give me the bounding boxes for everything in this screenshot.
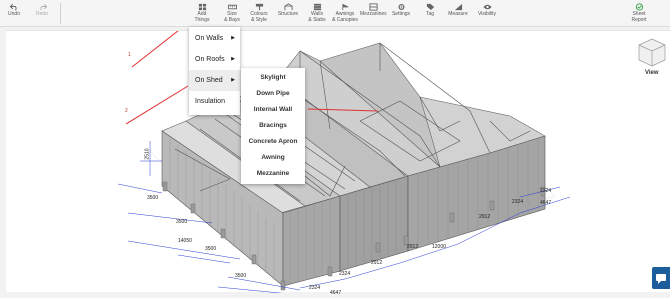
settings-button[interactable]: Settings — [391, 3, 411, 25]
toolbar-separator — [60, 3, 61, 24]
ruler-icon — [227, 4, 237, 10]
chat-icon — [656, 274, 666, 284]
dim-label: 12000 — [432, 244, 446, 250]
wall-icon — [313, 3, 321, 11]
menu-item-label: On Walls — [195, 35, 224, 42]
dim-label: 3500 — [235, 273, 247, 279]
submenu-item-bracings[interactable]: Bracings — [241, 118, 305, 134]
menu-item-on-shed[interactable]: On Shed ▶ — [189, 70, 240, 91]
redo-icon — [39, 3, 47, 11]
3d-viewport[interactable]: 3500 3500 14050 3500 3500 2510 2324 4647… — [6, 22, 670, 296]
redo-button[interactable]: Redo — [35, 3, 49, 25]
visibility-label: Visibility — [478, 11, 496, 17]
submenu-item-down-pipe[interactable]: Down Pipe — [241, 86, 305, 102]
undo-icon — [9, 3, 17, 11]
dim-label: 2324 — [540, 188, 552, 194]
dim-label: 2912 — [479, 214, 491, 220]
redo-label: Redo — [36, 11, 48, 17]
dim-label: 2324 — [339, 271, 351, 277]
top-toolbar: Undo Redo Add Things Size & Bays Colours… — [0, 0, 670, 27]
chevron-right-icon: ▶ — [231, 77, 235, 83]
annotation-number: 2 — [125, 108, 128, 114]
sheet-report-button[interactable]: Sheet Report — [628, 3, 650, 25]
colours-style-label-2: & Style — [251, 16, 267, 23]
dim-label: 4647 — [330, 290, 342, 296]
measure-button[interactable]: Measure — [448, 3, 468, 25]
on-shed-submenu: Skylight Down Pipe Internal Wall Bracing… — [241, 68, 305, 184]
undo-button[interactable]: Undo — [7, 3, 21, 25]
structure-label: Structure — [277, 11, 299, 17]
view-label: View — [645, 70, 659, 76]
measure-icon — [454, 3, 462, 11]
walls-slabs-label-2: & Slabs — [308, 16, 326, 23]
awnings-canopies-button[interactable]: Awnings & Canopies — [332, 3, 358, 25]
dim-label: 3500 — [176, 219, 188, 225]
submenu-item-awning[interactable]: Awning — [241, 150, 305, 166]
dim-label: 2510 — [144, 148, 151, 160]
menu-item-label: Insulation — [195, 98, 225, 105]
size-bays-label-2: & Bays — [224, 16, 240, 23]
annotation-number: 1 — [128, 52, 131, 58]
settings-label: Settings — [391, 11, 411, 17]
dim-label: 3500 — [205, 246, 217, 252]
dim-label: 2912 — [407, 244, 419, 250]
measure-label: Measure — [448, 11, 468, 17]
submenu-item-concrete-apron[interactable]: Concrete Apron — [241, 134, 305, 150]
submenu-item-internal-wall[interactable]: Internal Wall — [241, 102, 305, 118]
mezzanines-button[interactable]: Mezzanines — [360, 3, 387, 25]
chevron-right-icon: ▶ — [231, 35, 235, 41]
menu-item-on-roofs[interactable]: On Roofs ▶ — [189, 49, 240, 70]
dim-label: 14050 — [178, 238, 192, 244]
check-circle-icon — [635, 3, 643, 11]
submenu-item-skylight[interactable]: Skylight — [241, 70, 305, 86]
gear-icon — [398, 4, 404, 10]
size-bays-button[interactable]: Size & Bays — [222, 3, 242, 25]
colours-style-button[interactable]: Colours & Style — [249, 3, 269, 25]
chevron-right-icon: ▶ — [231, 56, 235, 62]
chat-button[interactable] — [652, 267, 670, 289]
sheet-report-label-2: Report — [631, 16, 647, 23]
dim-label: 4647 — [540, 200, 552, 206]
dim-label: 3500 — [147, 195, 159, 201]
undo-label: Undo — [8, 11, 20, 17]
menu-item-insulation[interactable]: Insulation — [189, 91, 240, 112]
menu-item-label: On Roofs — [195, 56, 225, 63]
tag-button[interactable]: Tag — [422, 3, 438, 25]
awning-icon — [341, 3, 348, 11]
add-things-label-2: Things — [194, 16, 210, 23]
tag-label: Tag — [425, 11, 435, 17]
awnings-canopies-label-2: & Canopies — [332, 16, 358, 23]
dim-label: 2912 — [371, 260, 383, 266]
add-things-button[interactable]: Add Things — [192, 3, 212, 25]
tag-icon — [426, 3, 434, 11]
mezzanines-label: Mezzanines — [360, 11, 387, 17]
menu-item-on-walls[interactable]: On Walls ▶ — [189, 28, 240, 49]
grid-icon — [198, 3, 206, 11]
menu-item-label: On Shed — [195, 77, 223, 84]
structure-icon — [283, 3, 293, 11]
visibility-button[interactable]: Visibility — [476, 3, 498, 25]
mezzanine-icon — [368, 3, 378, 11]
eye-icon — [482, 4, 492, 10]
dim-label: 2324 — [512, 199, 524, 205]
structure-button[interactable]: Structure — [277, 3, 299, 25]
walls-slabs-button[interactable]: Walls & Slabs — [307, 3, 327, 25]
submenu-item-mezzanine[interactable]: Mezzanine — [241, 166, 305, 182]
paint-roller-icon — [255, 3, 263, 11]
add-things-menu: On Walls ▶ On Roofs ▶ On Shed ▶ Insulati… — [189, 27, 240, 115]
shed-model[interactable] — [6, 22, 670, 295]
dim-label: 2324 — [309, 285, 321, 291]
view-cube[interactable] — [638, 38, 666, 68]
